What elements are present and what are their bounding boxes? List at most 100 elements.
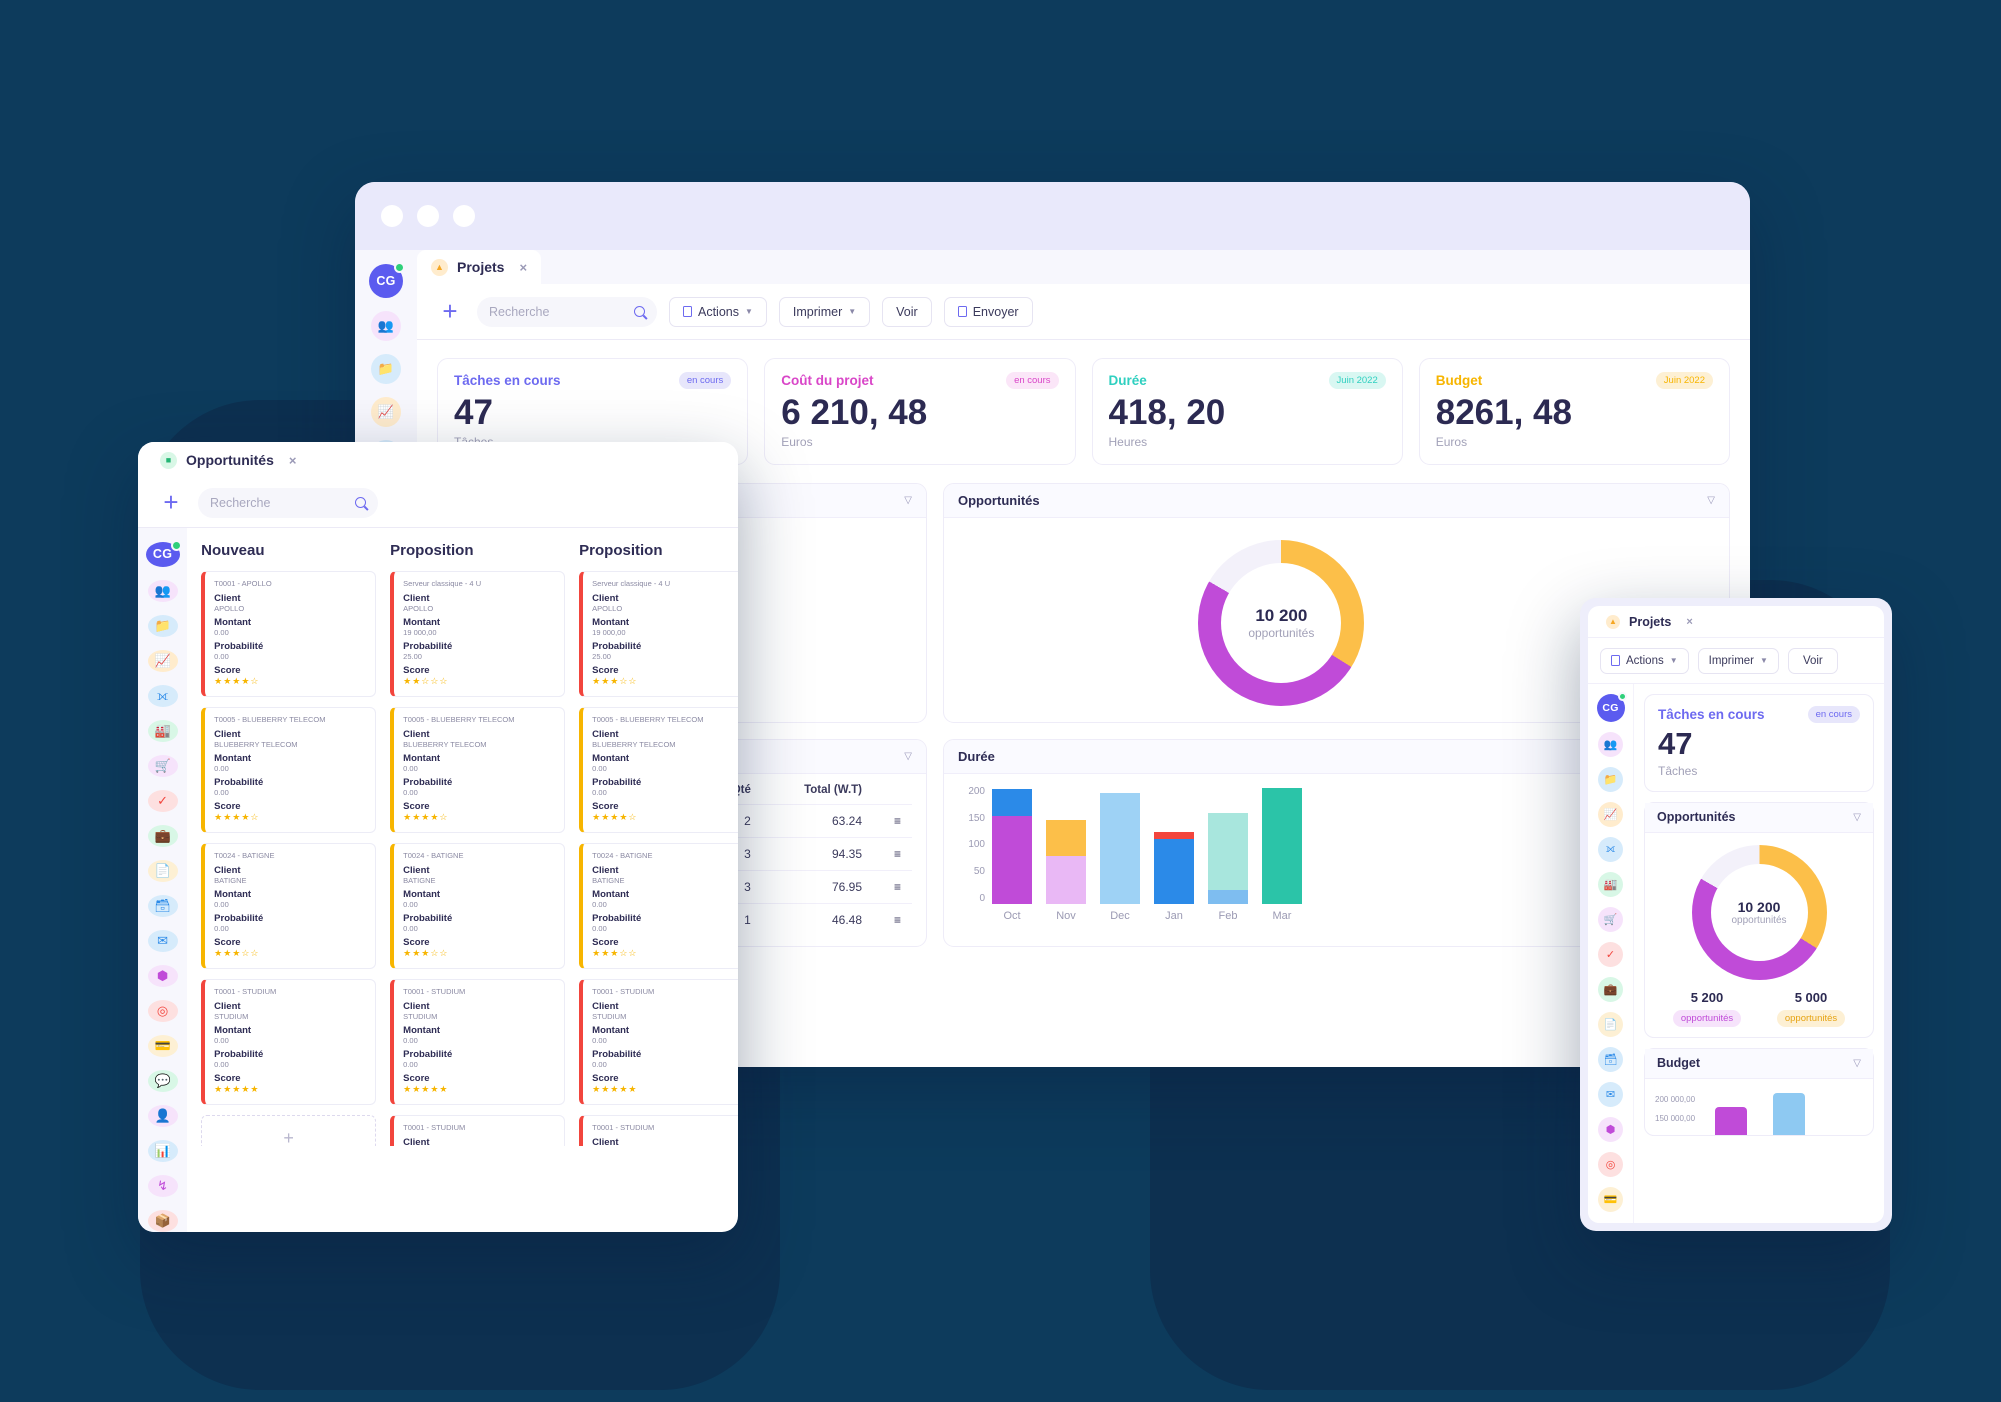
actions-button[interactable]: Actions ▼ (669, 296, 767, 327)
card-label: Client (403, 1001, 430, 1012)
sidebar-cart-icon[interactable]: 🛒 (147, 754, 178, 777)
sidebar-folder-icon[interactable]: 📁 (147, 614, 178, 637)
kanban-card[interactable]: T0001 - STUDIUM Client STUDIUM Montant 0… (390, 1115, 566, 1146)
sidebar-mail-icon[interactable]: ✉ (147, 929, 178, 952)
sidebar-factory-icon[interactable]: 🏭 (147, 719, 178, 742)
sidebar-chat-icon[interactable]: 💬 (147, 1069, 178, 1092)
kanban-card[interactable]: Serveur classique - 4 U Client APOLLO Mo… (390, 571, 566, 697)
card-amount: 0.00 (403, 764, 418, 773)
kanban-card[interactable]: T0001 - APOLLO Client APOLLO Montant 0.0… (201, 571, 377, 697)
kanban-card[interactable]: T0005 - BLUEBERRY TELECOM Client BLUEBER… (201, 707, 377, 833)
kanban-card[interactable]: T0024 - BATIGNE Client BATIGNE Montant 0… (579, 843, 738, 969)
card-label: Probabilité (592, 641, 642, 652)
sidebar-briefcase-icon[interactable]: 💼 (1598, 977, 1623, 1002)
kpi-value: 47 (454, 393, 493, 432)
close-icon[interactable]: × (289, 453, 297, 468)
add-button[interactable]: + (435, 296, 465, 327)
kanban-card[interactable]: T0001 - STUDIUM Client STUDIUM Montant 0… (579, 979, 738, 1105)
sidebar-merge-icon[interactable]: ⟗ (1598, 837, 1623, 862)
sidebar-trending-up-icon[interactable]: 📈 (1598, 802, 1623, 827)
tab-opportunites[interactable]: ■ Opportunités × (146, 444, 311, 478)
kanban-card[interactable]: T0024 - BATIGNE Client BATIGNE Montant 0… (201, 843, 377, 969)
close-icon[interactable]: × (519, 260, 527, 275)
chevron-down-icon[interactable]: ▽ (1853, 812, 1861, 823)
actions-button[interactable]: Actions ▼ (1600, 647, 1689, 674)
sidebar-factory-icon[interactable]: 🏭 (1598, 872, 1623, 897)
add-card-button[interactable]: + (201, 1115, 377, 1146)
window-minimize-dot[interactable] (417, 205, 439, 227)
ytick: 150 000,00 (1655, 1113, 1696, 1123)
window-close-dot[interactable] (381, 205, 403, 227)
card-amount: 0.00 (214, 628, 229, 637)
tab-label: Projets (1629, 614, 1672, 629)
sidebar-users-icon[interactable]: 👥 (1598, 732, 1623, 757)
sidebar-cube-icon[interactable]: ⬢ (147, 964, 178, 987)
card-id: T0001 - STUDIUM (403, 987, 466, 996)
close-icon[interactable]: × (1686, 616, 1692, 628)
imprimer-button[interactable]: Imprimer ▼ (778, 296, 871, 327)
sidebar-basket-icon[interactable]: 📦 (147, 1209, 178, 1232)
sidebar-check-icon[interactable]: ✓ (147, 789, 178, 812)
sidebar-users-icon[interactable]: 👥 (147, 579, 178, 602)
envoyer-button[interactable]: Envoyer (943, 296, 1033, 327)
sidebar-cart-icon[interactable]: 🛒 (1598, 907, 1623, 932)
sidebar-trending-up-icon[interactable]: 📈 (147, 649, 178, 672)
sidebar-server-icon[interactable]: 🗃 (147, 894, 178, 917)
window-maximize-dot[interactable] (453, 205, 475, 227)
card-id: T0001 - APOLLO (214, 579, 272, 588)
sidebar-cube-icon[interactable]: ⬢ (1598, 1117, 1623, 1142)
sidebar-person-icon[interactable]: 👤 (147, 1104, 178, 1127)
sidebar-merge-icon[interactable]: ⟗ (147, 684, 178, 707)
cell-total: 94.35 (760, 836, 872, 871)
card-label: Score (592, 937, 619, 948)
kanban-card[interactable]: Serveur classique - 4 U Client APOLLO Mo… (579, 571, 738, 697)
avatar[interactable]: CG (145, 540, 182, 567)
sidebar-document-icon[interactable]: 📄 (1598, 1012, 1623, 1037)
sidebar-mail-icon[interactable]: ✉ (1598, 1082, 1623, 1107)
sidebar-server-icon[interactable]: 🗃 (1598, 1047, 1623, 1072)
chevron-down-icon[interactable]: ▽ (1707, 495, 1715, 506)
sidebar-folder-icon[interactable]: 📁 (371, 354, 401, 384)
chevron-down-icon[interactable]: ▽ (904, 751, 912, 762)
row-menu-icon[interactable]: ≡ (872, 836, 912, 871)
avatar[interactable]: CG (369, 262, 405, 298)
bar-1 (1715, 1106, 1748, 1135)
card-label: Montant (403, 753, 441, 764)
row-menu-icon[interactable]: ≡ (872, 869, 912, 904)
kanban-card[interactable]: T0005 - BLUEBERRY TELECOM Client BLUEBER… (579, 707, 738, 833)
sidebar-check-icon[interactable]: ✓ (1598, 942, 1623, 967)
actions-button-label: Actions (698, 304, 739, 319)
tab-projets[interactable]: ▲ Projets × (417, 250, 542, 284)
kanban-card[interactable]: T0001 - STUDIUM Client STUDIUM Montant 0… (579, 1115, 738, 1146)
sidebar-branch-icon[interactable]: ↯ (147, 1174, 178, 1197)
sidebar-folder-icon[interactable]: 📁 (1598, 767, 1623, 792)
row-menu-icon[interactable]: ≡ (872, 902, 912, 936)
kanban-card[interactable]: T0005 - BLUEBERRY TELECOM Client BLUEBER… (390, 707, 566, 833)
search-input[interactable]: Recherche (477, 296, 657, 327)
kanban-card[interactable]: T0001 - STUDIUM Client STUDIUM Montant 0… (390, 979, 566, 1105)
kanban-card[interactable]: T0024 - BATIGNE Client BATIGNE Montant 0… (390, 843, 566, 969)
voir-button[interactable]: Voir (882, 296, 932, 327)
sidebar-target-icon[interactable]: ◎ (147, 999, 178, 1022)
sidebar-wallet-icon[interactable]: 💳 (1598, 1187, 1623, 1212)
donut-value: 10 200 (1255, 605, 1308, 625)
tab-projets[interactable]: ▲ Projets × (1596, 606, 1703, 637)
search-input[interactable]: Recherche (198, 487, 378, 518)
sidebar-briefcase-icon[interactable]: 💼 (147, 824, 178, 847)
row-menu-icon[interactable]: ≡ (872, 803, 912, 838)
voir-button[interactable]: Voir (1787, 647, 1838, 674)
card-amount: 19 000,00 (403, 628, 437, 637)
card-amount: 0.00 (592, 900, 607, 909)
avatar[interactable]: CG (1596, 692, 1627, 722)
sidebar-target-icon[interactable]: ◎ (1598, 1152, 1623, 1177)
chevron-down-icon[interactable]: ▽ (904, 495, 912, 506)
sidebar-wallet-icon[interactable]: 💳 (147, 1034, 178, 1057)
imprimer-button[interactable]: Imprimer ▼ (1697, 647, 1779, 674)
sidebar-users-icon[interactable]: 👥 (371, 311, 401, 341)
add-button[interactable]: + (156, 487, 186, 518)
sidebar-report-icon[interactable]: 📊 (147, 1139, 178, 1162)
chevron-down-icon[interactable]: ▽ (1853, 1058, 1861, 1069)
kanban-card[interactable]: T0001 - STUDIUM Client STUDIUM Montant 0… (201, 979, 377, 1105)
sidebar-trending-up-icon[interactable]: 📈 (371, 397, 401, 427)
sidebar-document-icon[interactable]: 📄 (147, 859, 178, 882)
